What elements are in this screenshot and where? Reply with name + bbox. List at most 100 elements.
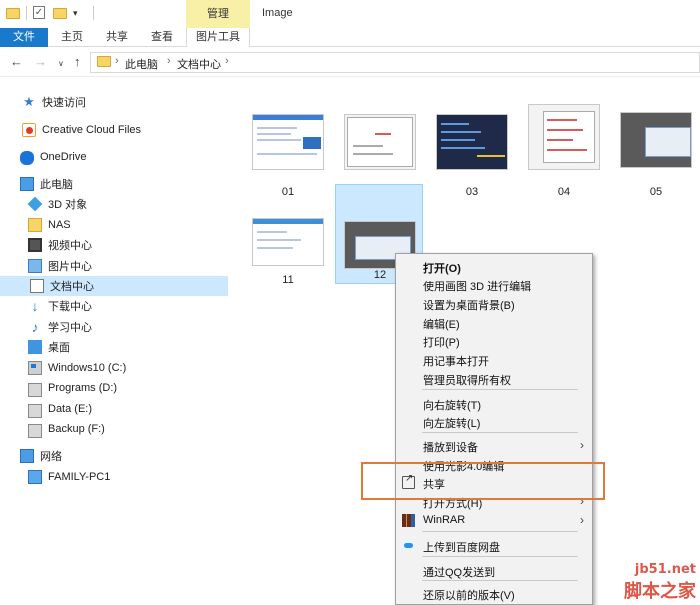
- file-item[interactable]: 03: [428, 102, 516, 202]
- recent-locations-icon[interactable]: ∨: [58, 56, 64, 72]
- sidebar-item-videos[interactable]: 视频中心: [0, 235, 228, 255]
- sidebar-item-music[interactable]: ♪ 学习中心: [0, 317, 228, 337]
- navigation-bar: ← → ∨ ↑ › 此电脑 › 文档中心 ›: [0, 48, 700, 77]
- context-menu: 打开(O) 使用画图 3D 进行编辑 设置为桌面背景(B) 编辑(E) 打印(P…: [395, 253, 593, 605]
- menu-item-open[interactable]: 打开(O): [396, 257, 592, 276]
- image-thumbnail: [344, 114, 416, 170]
- sidebar-item-label: Programs (D:): [48, 382, 118, 394]
- file-name: 11: [282, 274, 294, 286]
- file-name: 03: [465, 186, 479, 198]
- menu-item-cast-to-device[interactable]: 播放到设备 ›: [396, 436, 592, 455]
- file-item[interactable]: 05: [612, 102, 700, 202]
- sidebar-item-this-pc[interactable]: 此电脑: [0, 174, 228, 194]
- sidebar-item-desktop[interactable]: 桌面: [0, 337, 228, 357]
- sidebar-item-drive-d[interactable]: Programs (D:): [0, 378, 228, 398]
- chevron-right-icon[interactable]: ›: [225, 55, 229, 67]
- sidebar-item-pictures[interactable]: 图片中心: [0, 256, 228, 276]
- menu-item-label: 使用画图 3D 进行编辑: [423, 281, 532, 293]
- sidebar-item-documents[interactable]: 文档中心: [0, 276, 228, 296]
- computer-icon: [20, 177, 34, 191]
- menu-item-rotate-right[interactable]: 向右旋转(T): [396, 394, 592, 413]
- drive-icon: [28, 404, 42, 418]
- file-name: 04: [557, 186, 571, 198]
- menu-item-label: WinRAR: [423, 514, 466, 526]
- menu-item-edit-paint3d[interactable]: 使用画图 3D 进行编辑: [396, 275, 592, 294]
- sidebar-item-nas[interactable]: NAS: [0, 215, 228, 235]
- back-arrow-icon[interactable]: ←: [10, 54, 23, 70]
- menu-item-restore-versions[interactable]: 还原以前的版本(V): [396, 584, 592, 603]
- sidebar-item-drive-f[interactable]: Backup (F:): [0, 419, 228, 439]
- watermark-site-name: 脚本之家: [624, 581, 696, 601]
- sidebar-item-quick-access[interactable]: ★ 快速访问: [0, 92, 228, 112]
- sidebar-item-label: 下载中心: [48, 301, 92, 313]
- image-thumbnail: [620, 112, 692, 168]
- watermark-url: jb51.net: [634, 562, 696, 577]
- forward-arrow-icon[interactable]: →: [34, 54, 47, 70]
- site-watermark: jb51.net 脚本之家: [624, 562, 696, 603]
- image-thumbnail: [436, 114, 508, 170]
- sidebar-item-onedrive[interactable]: OneDrive: [0, 147, 228, 167]
- file-item[interactable]: 04: [520, 102, 608, 202]
- document-icon: [30, 279, 44, 293]
- menu-item-label: 设置为桌面背景(B): [423, 300, 515, 312]
- sidebar-item-creative-cloud[interactable]: Creative Cloud Files: [0, 120, 228, 140]
- file-name: 05: [649, 186, 663, 198]
- sidebar-item-label: 视频中心: [48, 240, 92, 252]
- video-icon: [28, 238, 42, 252]
- address-bar[interactable]: › 此电脑 › 文档中心 ›: [90, 52, 700, 73]
- sidebar-item-drive-c[interactable]: Windows10 (C:): [0, 358, 228, 378]
- sidebar-item-label: OneDrive: [40, 151, 87, 163]
- menu-item-open-notepad[interactable]: 用记事本打开: [396, 350, 592, 369]
- image-thumbnail: [252, 218, 324, 266]
- windows-drive-icon: [28, 361, 42, 375]
- baidu-netdisk-icon: [402, 539, 415, 552]
- menu-item-baidu-upload[interactable]: 上传到百度网盘: [396, 536, 592, 555]
- sidebar-item-downloads[interactable]: ↓ 下载中心: [0, 296, 228, 316]
- download-icon: ↓: [31, 298, 39, 314]
- menu-item-rotate-left[interactable]: 向左旋转(L): [396, 412, 592, 431]
- sidebar-item-label: NAS: [48, 219, 71, 231]
- tab-share[interactable]: 共享: [96, 28, 138, 47]
- sidebar-item-3d-objects[interactable]: 3D 对象: [0, 194, 228, 214]
- folder-icon[interactable]: [6, 6, 20, 20]
- cloud-icon: [20, 151, 34, 165]
- menu-item-label: 播放到设备: [423, 442, 478, 454]
- chevron-right-icon[interactable]: ›: [115, 55, 119, 67]
- desktop-icon: [28, 340, 42, 354]
- tab-file[interactable]: 文件: [0, 28, 48, 47]
- up-arrow-icon[interactable]: ↑: [74, 54, 81, 70]
- chevron-right-icon: ›: [580, 438, 584, 452]
- divider: [93, 6, 94, 20]
- sidebar-item-drive-e[interactable]: Data (E:): [0, 399, 228, 419]
- manage-tab[interactable]: 管理: [186, 0, 250, 28]
- breadcrumb-documents[interactable]: 文档中心: [177, 56, 221, 72]
- file-item[interactable]: 11: [244, 184, 332, 286]
- menu-item-label: 还原以前的版本(V): [423, 590, 515, 602]
- tab-view[interactable]: 查看: [142, 28, 182, 47]
- winrar-icon: [402, 514, 415, 527]
- menu-item-print[interactable]: 打印(P): [396, 331, 592, 350]
- pictures-icon: [28, 259, 42, 273]
- creative-cloud-icon: [22, 123, 36, 137]
- menu-item-set-wallpaper[interactable]: 设置为桌面背景(B): [396, 294, 592, 313]
- tab-home[interactable]: 主页: [52, 28, 92, 47]
- folder-icon: [97, 56, 111, 67]
- properties-icon[interactable]: ✓: [33, 6, 47, 20]
- divider: [26, 6, 27, 20]
- menu-item-winrar[interactable]: WinRAR ›: [396, 511, 592, 530]
- menu-item-take-ownership[interactable]: 管理员取得所有权: [396, 369, 592, 388]
- music-icon: ♪: [31, 319, 39, 335]
- menu-item-send-via-qq[interactable]: 通过QQ发送到: [396, 561, 592, 580]
- breadcrumb-this-pc[interactable]: 此电脑: [125, 56, 158, 72]
- chevron-right-icon[interactable]: ›: [167, 55, 171, 67]
- customize-toolbar-icon[interactable]: ▾: [73, 6, 87, 20]
- sidebar-item-family-pc1[interactable]: FAMILY-PC1: [0, 467, 228, 487]
- tab-picture-tools[interactable]: 图片工具: [186, 28, 250, 47]
- menu-item-label: 向右旋转(T): [423, 400, 482, 412]
- sidebar-item-label: Creative Cloud Files: [42, 124, 142, 136]
- drive-icon: [28, 383, 42, 397]
- menu-item-edit[interactable]: 编辑(E): [396, 313, 592, 332]
- menu-item-label: 管理员取得所有权: [423, 375, 511, 387]
- new-folder-icon[interactable]: [53, 6, 67, 20]
- sidebar-item-network[interactable]: 网络: [0, 446, 228, 466]
